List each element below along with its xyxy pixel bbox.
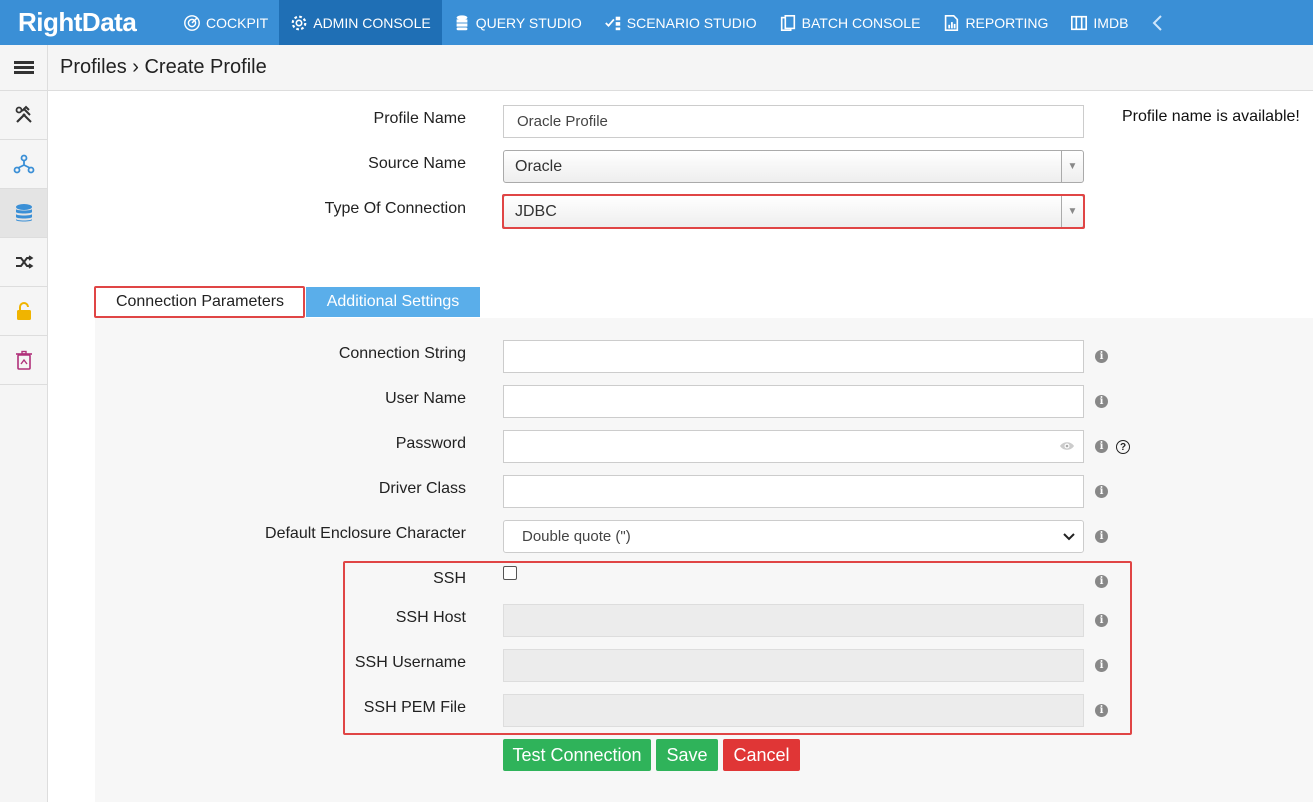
connection-type-label: Type Of Connection <box>324 200 466 217</box>
nav-imdb[interactable]: IMDB <box>1059 0 1139 45</box>
source-name-select[interactable]: Oracle ▼ <box>503 150 1084 183</box>
nav-query-studio[interactable]: QUERY STUDIO <box>442 0 593 45</box>
nav-label: REPORTING <box>965 14 1049 31</box>
highlight-box-ssh <box>343 561 1132 735</box>
rightdata-logo[interactable]: RightData <box>0 0 172 45</box>
cockpit-icon <box>184 14 200 31</box>
sidebar-item-database[interactable] <box>0 189 47 238</box>
report-icon <box>945 14 959 31</box>
database-icon <box>456 14 468 30</box>
nav-label: ADMIN CONSOLE <box>313 14 431 31</box>
source-name-label: Source Name <box>368 155 466 172</box>
highlight-box-tab <box>94 286 305 318</box>
enclosure-select[interactable]: Double quote (") <box>503 520 1084 553</box>
top-nav: RightData COCKPIT ADMIN CONSOLE QUERY ST… <box>0 0 1313 45</box>
nav-label: IMDB <box>1093 14 1129 31</box>
gear-icon <box>291 15 307 30</box>
highlight-box-connection-type <box>502 194 1085 229</box>
enclosure-label: Default Enclosure Character <box>265 525 466 542</box>
save-button[interactable]: Save <box>656 739 718 771</box>
database-icon <box>15 204 32 222</box>
enclosure-value: Double quote (") <box>522 528 631 545</box>
nav-reporting[interactable]: REPORTING <box>931 0 1059 45</box>
nav-scenario-studio[interactable]: SCENARIO STUDIO <box>593 0 768 45</box>
hamburger-icon <box>13 59 34 76</box>
info-icon[interactable]: i <box>1095 350 1108 363</box>
batch-icon <box>780 14 795 31</box>
breadcrumb: Profiles › Create Profile <box>48 45 1313 91</box>
connection-string-input[interactable] <box>503 340 1084 373</box>
menu-toggle-button[interactable] <box>0 45 48 91</box>
nav-batch-console[interactable]: BATCH CONSOLE <box>768 0 932 45</box>
nav-admin-console[interactable]: ADMIN CONSOLE <box>279 0 442 45</box>
help-icon[interactable]: ? <box>1116 440 1130 454</box>
user-name-input[interactable] <box>503 385 1084 418</box>
sidebar-item-shuffle[interactable] <box>0 238 47 287</box>
password-label: Password <box>395 435 466 452</box>
sidebar-item-tools[interactable] <box>0 91 47 140</box>
info-icon[interactable]: i <box>1095 440 1108 453</box>
tab-label: Additional Settings <box>326 293 460 310</box>
chevron-down-icon <box>1063 533 1075 541</box>
hierarchy-icon <box>13 154 34 174</box>
nav-label: QUERY STUDIO <box>475 14 582 31</box>
profile-status-text: Profile name is available! <box>1122 108 1300 125</box>
profile-name-label: Profile Name <box>373 110 466 127</box>
tools-icon <box>15 105 32 123</box>
cancel-button[interactable]: Cancel <box>723 739 800 771</box>
source-name-value: Oracle <box>515 157 563 175</box>
scenario-icon <box>604 16 620 30</box>
test-connection-button[interactable]: Test Connection <box>503 739 651 771</box>
imdb-icon <box>1071 15 1088 30</box>
lock-icon <box>16 302 31 320</box>
info-icon[interactable]: i <box>1095 485 1108 498</box>
sidebar <box>0 91 48 802</box>
connection-string-label: Connection String <box>338 345 466 362</box>
driver-class-input[interactable] <box>503 475 1084 508</box>
profile-name-value: Oracle Profile <box>517 113 608 130</box>
shuffle-icon <box>15 255 33 269</box>
nav-cockpit[interactable]: COCKPIT <box>172 0 279 45</box>
driver-class-label: Driver Class <box>378 480 466 497</box>
collapse-nav-button[interactable] <box>1139 0 1175 45</box>
dropdown-arrow-icon: ▼ <box>1061 151 1083 182</box>
eye-icon[interactable] <box>1059 440 1075 452</box>
password-input[interactable] <box>503 430 1084 463</box>
info-icon[interactable]: i <box>1095 395 1108 408</box>
trash-icon <box>15 350 32 370</box>
nav-label: SCENARIO STUDIO <box>626 14 757 31</box>
sidebar-item-security[interactable] <box>0 287 47 336</box>
nav-label: COCKPIT <box>206 14 269 31</box>
sidebar-item-hierarchy[interactable] <box>0 140 47 189</box>
sidebar-item-trash[interactable] <box>0 336 47 385</box>
user-name-label: User Name <box>385 390 466 407</box>
tab-additional-settings[interactable]: Additional Settings <box>306 287 480 317</box>
nav-label: BATCH CONSOLE <box>801 14 921 31</box>
info-icon[interactable]: i <box>1095 530 1108 543</box>
profile-name-input[interactable]: Oracle Profile <box>503 105 1084 138</box>
page-title: Profiles › Create Profile <box>60 56 267 78</box>
chevron-left-icon <box>1153 14 1163 31</box>
